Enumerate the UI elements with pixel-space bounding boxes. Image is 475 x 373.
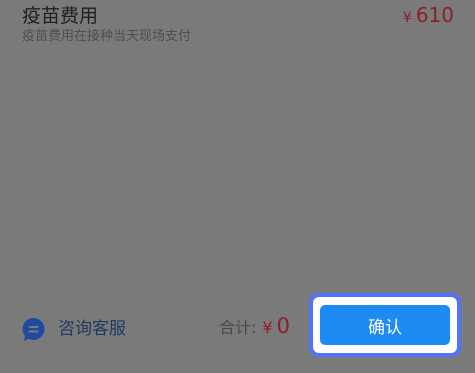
- total-label: 合计:: [219, 318, 257, 337]
- confirm-button[interactable]: 确认: [320, 305, 450, 345]
- chat-icon: [22, 317, 45, 341]
- total-currency: ¥: [262, 318, 273, 337]
- confirm-button-highlight: 确认: [309, 293, 461, 357]
- fee-price: ¥610: [403, 3, 454, 30]
- fee-subtitle: 疫苗费用在接种当天现场支付: [22, 29, 192, 44]
- total-amount: 0: [276, 314, 290, 338]
- fee-currency: ¥: [402, 10, 412, 26]
- fee-title: 疫苗费用: [22, 5, 99, 27]
- customer-service-label: 咨询客服: [58, 319, 126, 339]
- vaccine-fee-row: 疫苗费用 疫苗费用在接种当天现场支付 ¥610: [0, 0, 475, 60]
- bottom-action-bar: 咨询客服 合计: ¥ 0 确认: [0, 293, 475, 373]
- customer-service-link[interactable]: 咨询客服: [21, 317, 126, 341]
- fee-amount: 610: [415, 3, 454, 27]
- order-total: 合计: ¥ 0: [219, 314, 290, 342]
